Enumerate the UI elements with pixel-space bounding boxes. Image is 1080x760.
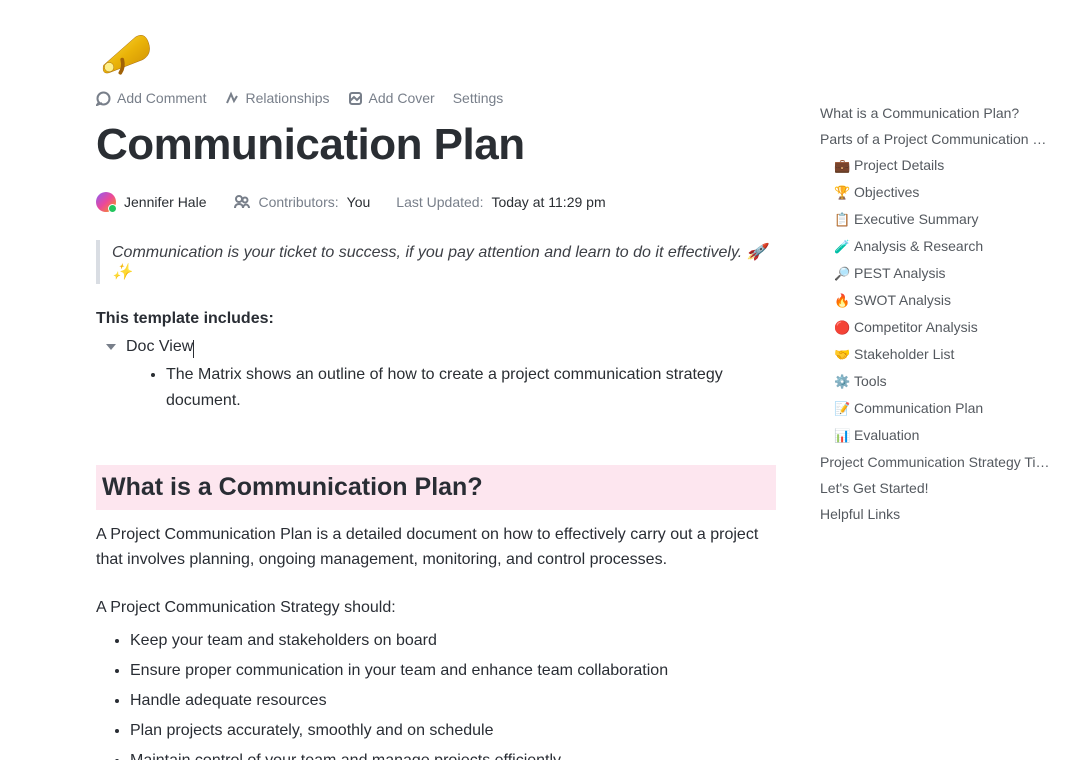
emoji-icon: 🏆 [834,185,854,201]
outline-link-sub[interactable]: 🏆Objectives [834,179,1060,206]
contributors-value: You [347,194,371,210]
owner-name: Jennifer Hale [124,194,207,210]
outline-link-sub[interactable]: ⚙️Tools [834,368,1060,395]
list-item: Handle adequate resources [130,687,776,715]
outline-link-sub[interactable]: 📋Executive Summary [834,206,1060,233]
toggle-label: Doc View [126,338,193,356]
page-title[interactable]: Communication Plan [96,120,810,170]
page-toolbar: Add Comment Relationships Add Cover Sett… [96,90,810,106]
emoji-icon: 🔎 [834,266,854,282]
emoji-icon: 🧪 [834,239,854,255]
outline-link-sub[interactable]: 📝Communication Plan [834,395,1060,422]
outline-link[interactable]: Helpful Links [820,501,1050,527]
relationships-icon [224,91,239,106]
list-item: Ensure proper communication in your team… [130,657,776,685]
emoji-icon: 📝 [834,401,854,417]
updated-value: Today at 11:29 pm [491,194,605,210]
comment-icon [96,91,111,106]
list-item: Maintain control of your team and manage… [130,747,776,760]
heading-what-is[interactable]: What is a Communication Plan? [96,465,776,510]
emoji-icon: 🔴 [834,320,854,336]
emoji-icon: 📋 [834,212,854,228]
relationships-button[interactable]: Relationships [224,90,329,106]
outline-link[interactable]: Project Communication Strategy Tips! [820,449,1050,475]
quote-text: Communication is your ticket to success,… [112,244,767,281]
quote-block[interactable]: Communication is your ticket to success,… [96,240,776,284]
emoji-icon: 📊 [834,428,854,444]
outline-link-sub[interactable]: 💼Project Details [834,152,1060,179]
outline-link-sub[interactable]: 🧪Analysis & Research [834,233,1060,260]
toggle-doc-view[interactable]: Doc View [96,336,810,362]
owner-field[interactable]: Jennifer Hale [96,192,207,212]
list-item: The Matrix shows an outline of how to cr… [166,362,796,415]
last-updated-field: Last Updated: Today at 11:29 pm [396,194,605,210]
emoji-icon: 💼 [834,158,854,174]
settings-button[interactable]: Settings [453,90,504,106]
template-includes-heading[interactable]: This template includes: [96,310,810,328]
outline-panel: What is a Communication Plan? Parts of a… [810,0,1080,760]
strategy-intro[interactable]: A Project Communication Strategy should: [96,595,776,621]
chevron-down-icon [106,344,116,350]
outline-link-sub[interactable]: 🤝Stakeholder List [834,341,1060,368]
emoji-icon: ⚙️ [834,374,854,390]
outline-link[interactable]: Parts of a Project Communication St... [820,126,1050,152]
contributors-label: Contributors: [259,194,339,210]
updated-label: Last Updated: [396,194,483,210]
list-item: Plan projects accurately, smoothly and o… [130,717,776,745]
outline-link-sub[interactable]: 🔎PEST Analysis [834,260,1060,287]
outline-link-sub[interactable]: 🔴Competitor Analysis [834,314,1060,341]
add-cover-button[interactable]: Add Cover [348,90,435,106]
document-main: Add Comment Relationships Add Cover Sett… [0,0,810,760]
relationships-label: Relationships [245,90,329,106]
strategy-list[interactable]: Keep your team and stakeholders on board… [96,627,776,760]
outline-link[interactable]: What is a Communication Plan? [820,100,1050,126]
add-comment-label: Add Comment [117,90,206,106]
contributors-field[interactable]: Contributors: You [233,193,371,211]
body-paragraph[interactable]: A Project Communication Plan is a detail… [96,522,776,573]
list-item: Keep your team and stakeholders on board [130,627,776,655]
settings-label: Settings [453,90,504,106]
emoji-icon: 🤝 [834,347,854,363]
emoji-icon: 🔥 [834,293,854,309]
cover-icon [348,91,363,106]
page-meta: Jennifer Hale Contributors: You Last Upd… [96,192,810,212]
outline-link-sub[interactable]: 📊Evaluation [834,422,1060,449]
add-comment-button[interactable]: Add Comment [96,90,206,106]
page-icon[interactable] [96,30,156,78]
outline-link-sub[interactable]: 🔥SWOT Analysis [834,287,1060,314]
doc-view-description-list[interactable]: The Matrix shows an outline of how to cr… [96,362,796,415]
outline-link[interactable]: Let's Get Started! [820,475,1050,501]
add-cover-label: Add Cover [369,90,435,106]
people-icon [233,193,251,211]
avatar [96,192,116,212]
